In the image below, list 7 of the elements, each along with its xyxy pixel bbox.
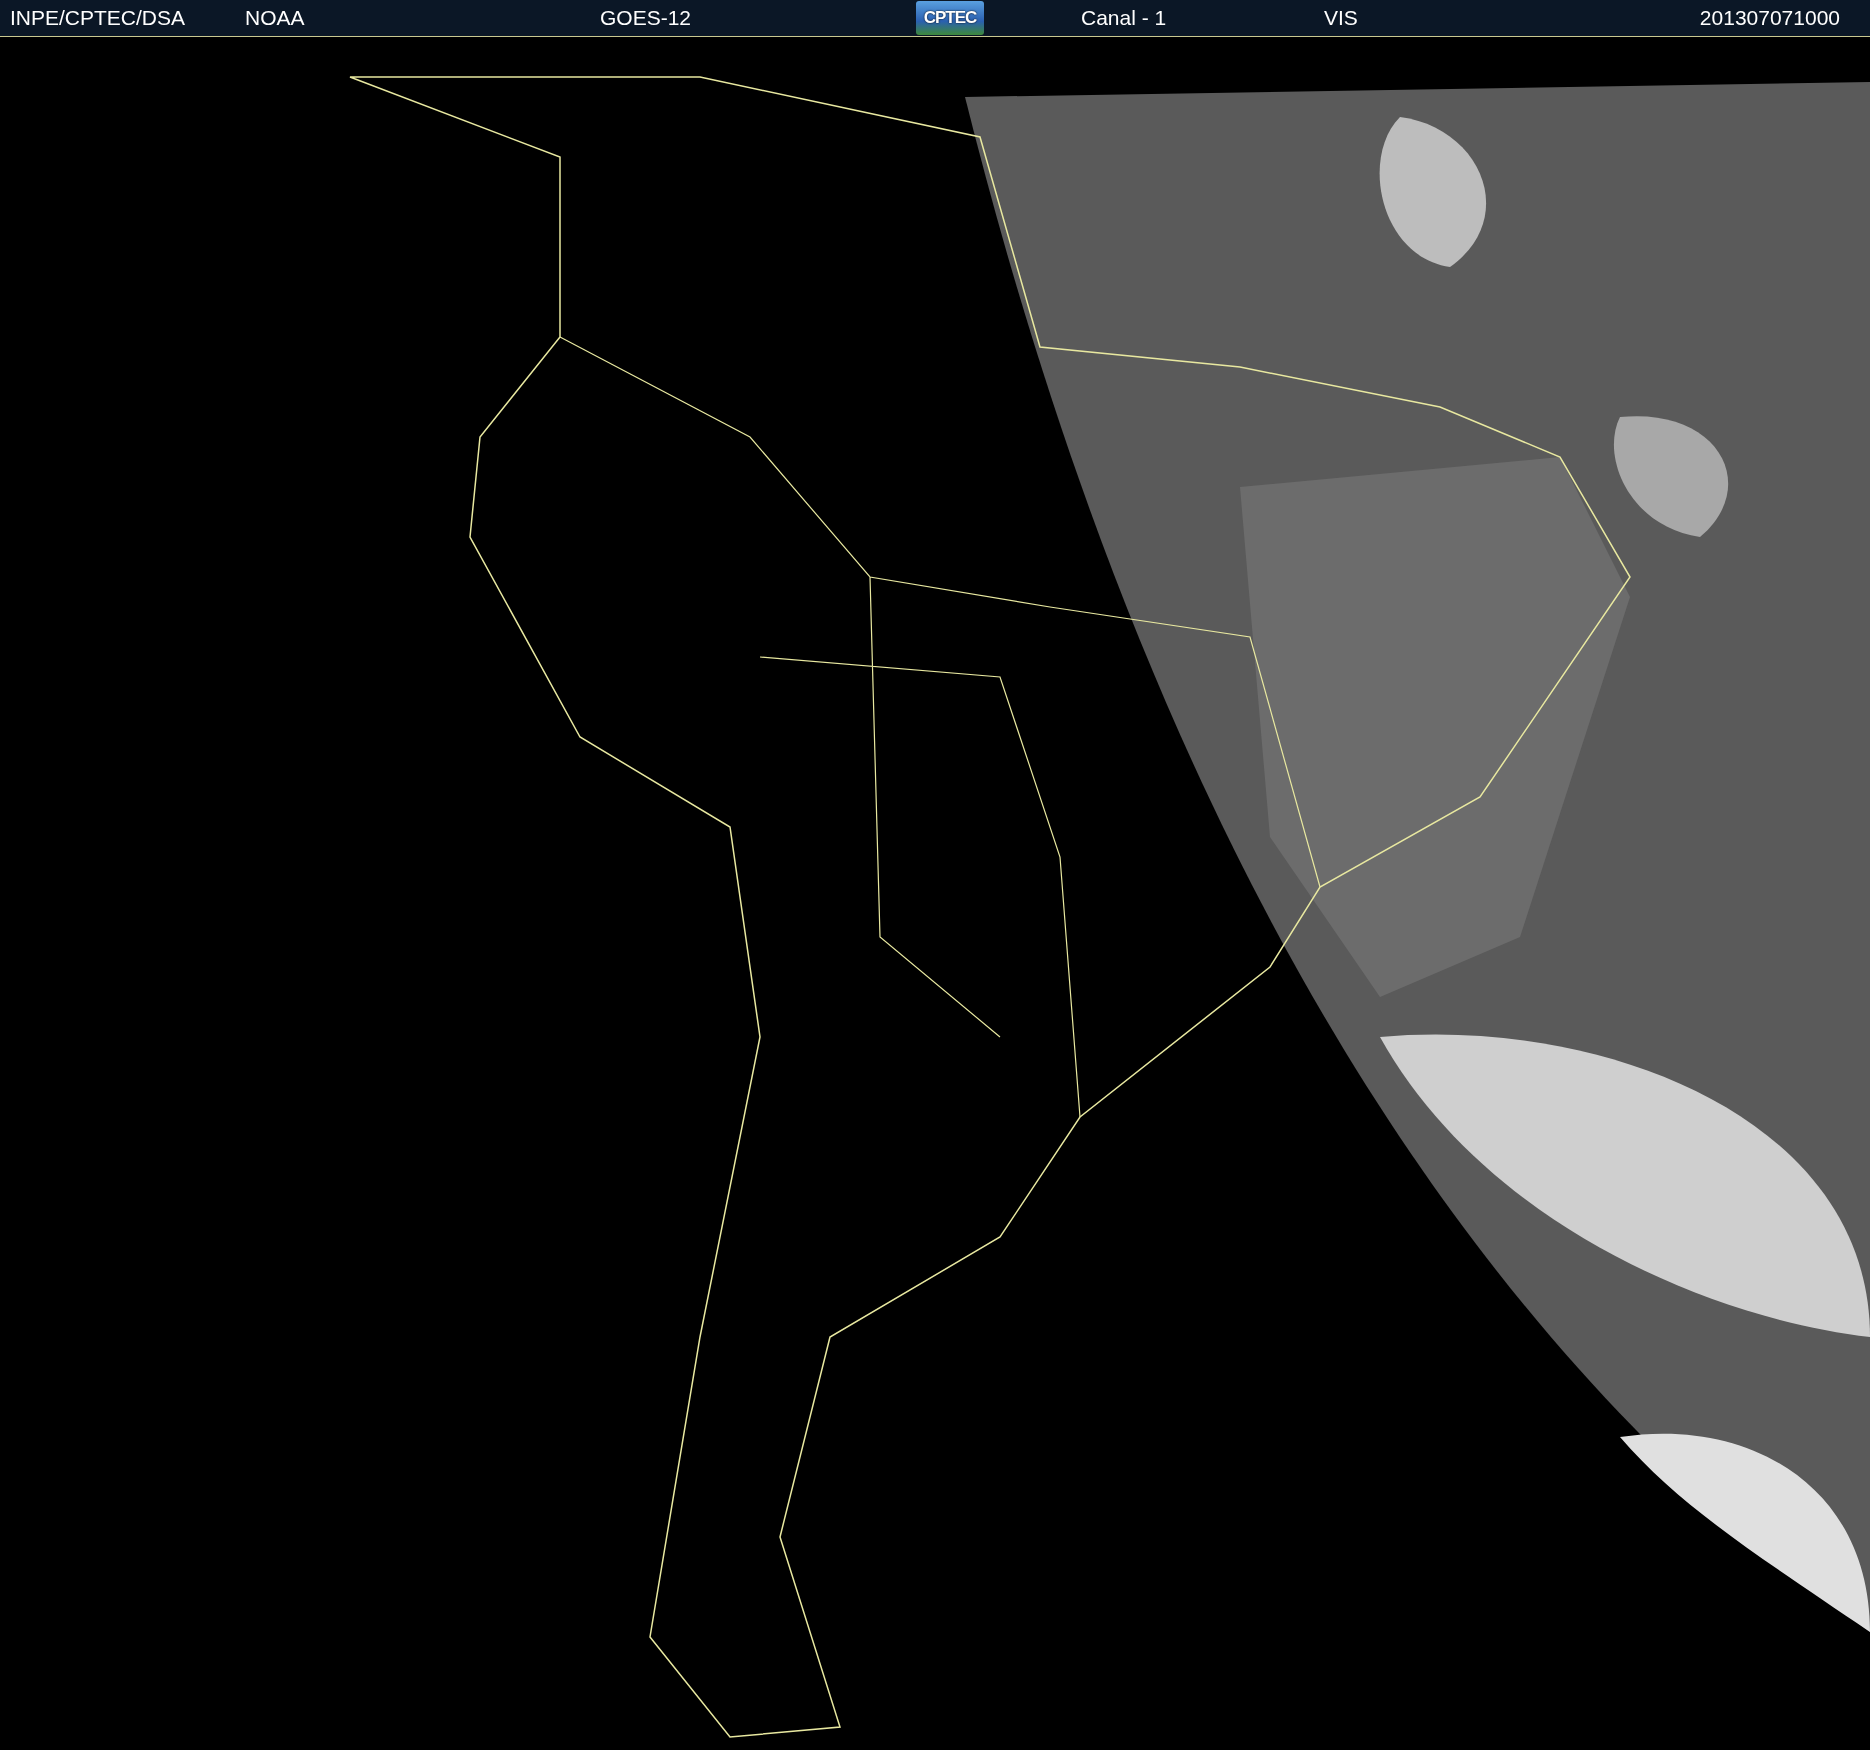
header-label: INPE/CPTEC/DSA bbox=[10, 6, 186, 30]
logo: CPTEC bbox=[916, 1, 984, 35]
header-label: GOES-12 bbox=[600, 6, 692, 30]
header-label: VIS bbox=[1324, 6, 1358, 30]
header-label: Canal - 1 bbox=[1081, 6, 1167, 30]
header-label: NOAA bbox=[245, 6, 305, 30]
header-label: 201307071000 bbox=[1699, 6, 1840, 30]
